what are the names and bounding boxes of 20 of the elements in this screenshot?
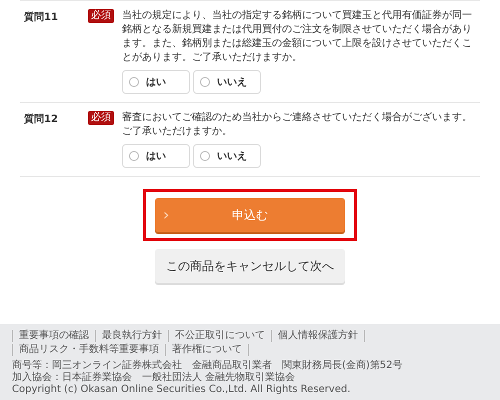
legal-text: 商号等：岡三オンライン証券株式会社 金融商品取引業者 関東財務局長(金商)第52号: [12, 360, 404, 372]
required-badge: 必須: [88, 9, 114, 23]
legal-text: 加入協会：日本証券業協会 一般社団法人 金融先物取引業協会: [12, 372, 296, 384]
legal-text: Copyright (c) Okasan Online Securities Co.,Ltd. All Rights Reserved.: [12, 384, 352, 396]
radio-option[interactable]: いいえ: [193, 70, 261, 94]
question-label: 質問12: [24, 112, 59, 126]
question-label: 質問11: [24, 10, 59, 24]
cancel-button[interactable]: この商品をキャンセルして次へ: [155, 249, 345, 283]
footer-link[interactable]: 著作権について: [165, 344, 249, 356]
footer-link[interactable]: 不公正取引について: [168, 330, 272, 342]
footer-link[interactable]: 最良執行方針: [95, 330, 169, 342]
footer-link[interactable]: 商品リスク・手数料等重要事項: [12, 344, 166, 356]
required-badge: 必須: [88, 111, 114, 125]
footer-link[interactable]: 個人情報保護方針: [271, 330, 365, 342]
radio-option[interactable]: はい: [122, 70, 190, 94]
radio-option[interactable]: はい: [122, 144, 190, 168]
radio-option[interactable]: いいえ: [193, 144, 261, 168]
question-text: 当社の規定により、当社の指定する銘柄について買建玉と代用有価証券が同一銘柄となる新規買建または代用買付のご注文を制限させていただく場合があります。また、銘柄別または総建玉の金額について上限を設けさせていただくことがあります。ご了承いただけますか。: [122, 9, 473, 65]
footer-link[interactable]: 重要事項の確認: [12, 330, 96, 342]
question-text: 審査においてご確認のため当社からご連絡させていただく場合がございます。ご了承いただけますか。: [122, 111, 473, 139]
